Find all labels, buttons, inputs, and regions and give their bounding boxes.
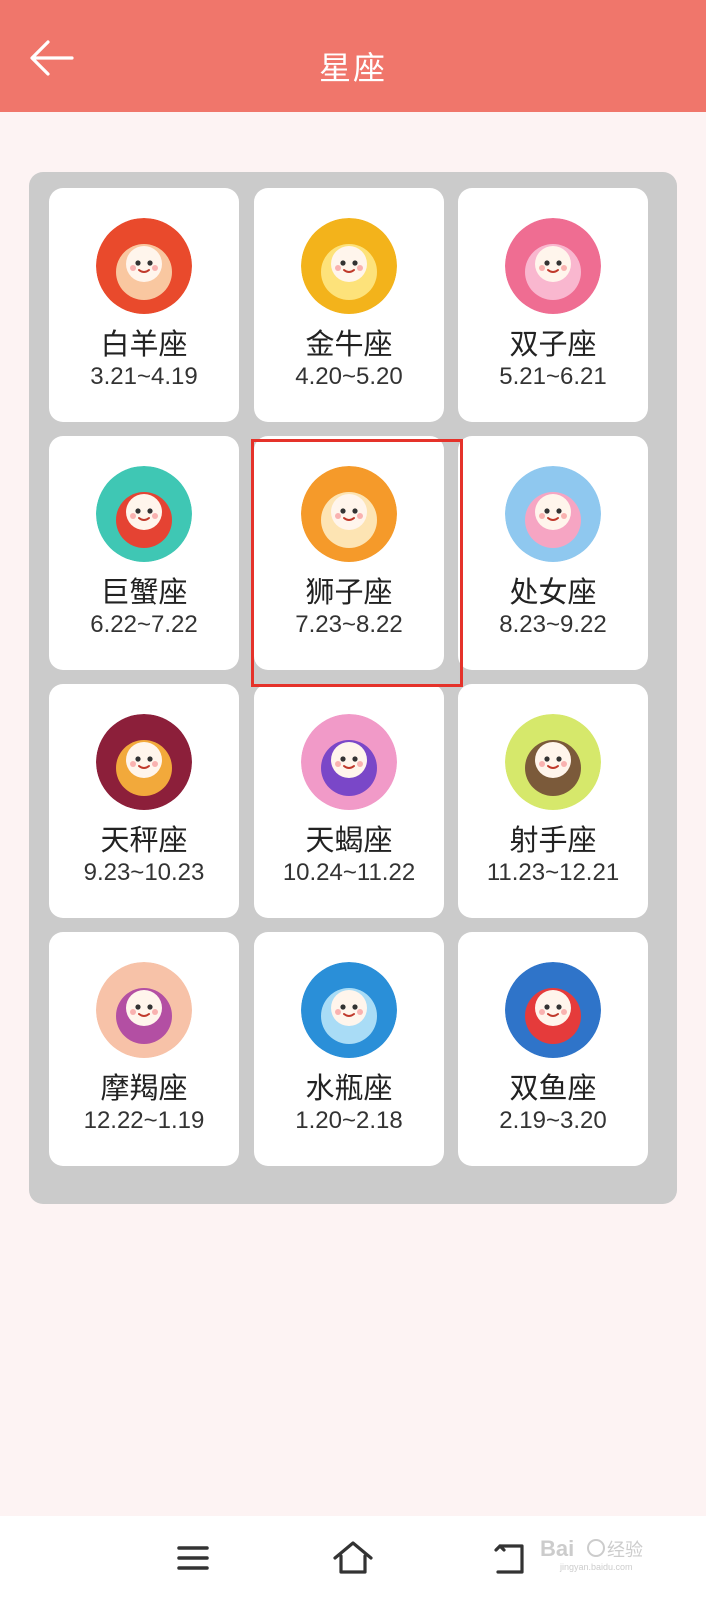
- zodiac-name: 金牛座: [305, 327, 393, 361]
- baidu-jingyan-watermark: Bai 经验 jingyan.baidu.com: [540, 1536, 643, 1572]
- zodiac-name: 巨蟹座: [100, 575, 188, 609]
- zodiac-date-range: 5.21~6.21: [499, 363, 607, 390]
- zodiac-card[interactable]: 狮子座 7.23~8.22: [254, 436, 444, 670]
- zodiac-card[interactable]: 巨蟹座 6.22~7.22: [49, 436, 239, 670]
- zodiac-date-range: 10.24~11.22: [282, 859, 416, 886]
- zodiac-name: 处女座: [509, 575, 597, 609]
- leo-lion-avatar: [301, 466, 397, 562]
- aries-ram-avatar: [96, 218, 192, 314]
- zodiac-name: 天秤座: [100, 823, 188, 857]
- zodiac-card[interactable]: 水瓶座 1.20~2.18: [254, 932, 444, 1166]
- zodiac-name: 双子座: [509, 327, 597, 361]
- zodiac-date-range: 7.23~8.22: [295, 611, 403, 638]
- zodiac-name: 水瓶座: [305, 1071, 393, 1105]
- sagittarius-archer-avatar: [505, 714, 601, 810]
- gemini-twins-avatar: [505, 218, 601, 314]
- libra-scales-avatar: [96, 714, 192, 810]
- virgo-maiden-avatar: [505, 466, 601, 562]
- zodiac-card[interactable]: 天蝎座 10.24~11.22: [254, 684, 444, 918]
- watermark-url: jingyan.baidu.com: [559, 1562, 633, 1572]
- pisces-mermaid-avatar: [505, 962, 601, 1058]
- zodiac-date-range: 9.23~10.23: [83, 859, 205, 886]
- zodiac-name: 双鱼座: [509, 1071, 597, 1105]
- zodiac-card[interactable]: 处女座 8.23~9.22: [458, 436, 648, 670]
- cancer-crab-avatar: [96, 466, 192, 562]
- zodiac-date-range: 11.23~12.21: [486, 859, 620, 886]
- zodiac-date-range: 3.21~4.19: [90, 363, 198, 390]
- zodiac-name: 天蝎座: [305, 823, 393, 857]
- zodiac-date-range: 4.20~5.20: [295, 363, 403, 390]
- zodiac-name: 摩羯座: [100, 1071, 188, 1105]
- zodiac-date-range: 8.23~9.22: [499, 611, 607, 638]
- zodiac-card[interactable]: 射手座 11.23~12.21: [458, 684, 648, 918]
- zodiac-card[interactable]: 双子座 5.21~6.21: [458, 188, 648, 422]
- aquarius-water-avatar: [301, 962, 397, 1058]
- menu-button[interactable]: [169, 1534, 217, 1582]
- zodiac-card[interactable]: 双鱼座 2.19~3.20: [458, 932, 648, 1166]
- watermark-brand: Bai: [540, 1536, 574, 1561]
- home-icon: [333, 1541, 373, 1574]
- capricorn-girl-avatar: [96, 962, 192, 1058]
- app-header: 星座: [0, 0, 706, 112]
- zodiac-card[interactable]: 天秤座 9.23~10.23: [49, 684, 239, 918]
- zodiac-date-range: 2.19~3.20: [499, 1107, 607, 1134]
- back-nav-button[interactable]: [486, 1534, 534, 1582]
- zodiac-name: 射手座: [509, 823, 597, 857]
- page-title: 星座: [318, 49, 387, 87]
- home-button[interactable]: [329, 1534, 377, 1582]
- watermark-suffix: 经验: [607, 1540, 643, 1561]
- zodiac-card[interactable]: 金牛座 4.20~5.20: [254, 188, 444, 422]
- back-return-icon: [494, 1544, 524, 1574]
- zodiac-date-range: 12.22~1.19: [83, 1107, 205, 1134]
- zodiac-card[interactable]: 摩羯座 12.22~1.19: [49, 932, 239, 1166]
- zodiac-name: 狮子座: [305, 575, 393, 609]
- scorpio-girl-avatar: [301, 714, 397, 810]
- taurus-bull-avatar: [301, 218, 397, 314]
- zodiac-name: 白羊座: [100, 327, 188, 361]
- zodiac-date-range: 1.20~2.18: [295, 1107, 403, 1134]
- menu-icon: [177, 1546, 209, 1570]
- zodiac-card[interactable]: 白羊座 3.21~4.19: [49, 188, 239, 422]
- zodiac-date-range: 6.22~7.22: [90, 611, 198, 638]
